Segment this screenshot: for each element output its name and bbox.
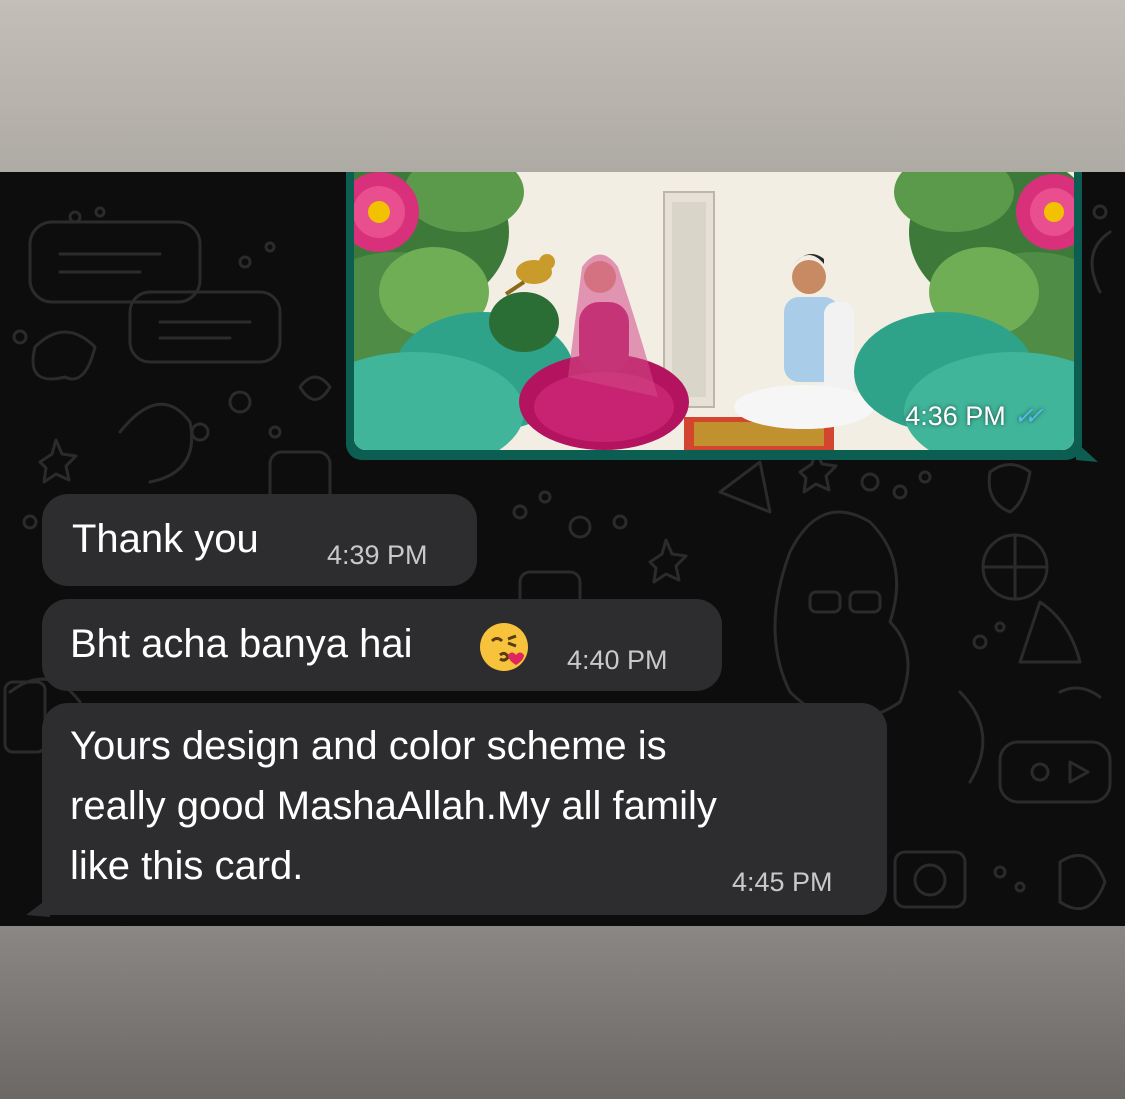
message-time: 4:45 PM [732,867,833,897]
image-message-time: 4:36 PM [905,401,1006,431]
message-text-line-3: like this card. [70,844,304,888]
kissing-face-emoji-icon [480,623,528,671]
bottom-frame-band [0,926,1125,1099]
message-time: 4:40 PM [567,645,668,675]
message-text-line-2: really good MashaAllah.My all family [70,784,717,828]
wedding-card-image[interactable]: 4:36 PM ✓✓ [354,172,1074,450]
image-message-bubble[interactable]: 4:36 PM ✓✓ [346,172,1082,460]
message-text: Bht acha banya hai [70,622,413,666]
message-text: Thank you [72,517,259,561]
chat-window[interactable]: 4:36 PM ✓✓ Thank you 4:39 PM Bht acha ba… [0,172,1125,926]
double-check-read-icon: ✓✓ [1013,403,1044,430]
incoming-message-bubble[interactable]: Bht acha banya hai 4:40 PM [42,599,722,691]
incoming-message-bubble[interactable]: Thank you 4:39 PM [42,494,477,586]
message-text-line-1: Yours design and color scheme is [70,724,667,768]
image-message-meta: 4:36 PM ✓✓ [905,401,1044,432]
incoming-message-bubble[interactable]: Yours design and color scheme is really … [42,703,887,915]
incoming-bubble-tail-icon [26,897,50,917]
top-frame-band [0,0,1125,172]
outgoing-bubble-tail-icon [1076,442,1098,462]
message-time: 4:39 PM [327,540,428,570]
